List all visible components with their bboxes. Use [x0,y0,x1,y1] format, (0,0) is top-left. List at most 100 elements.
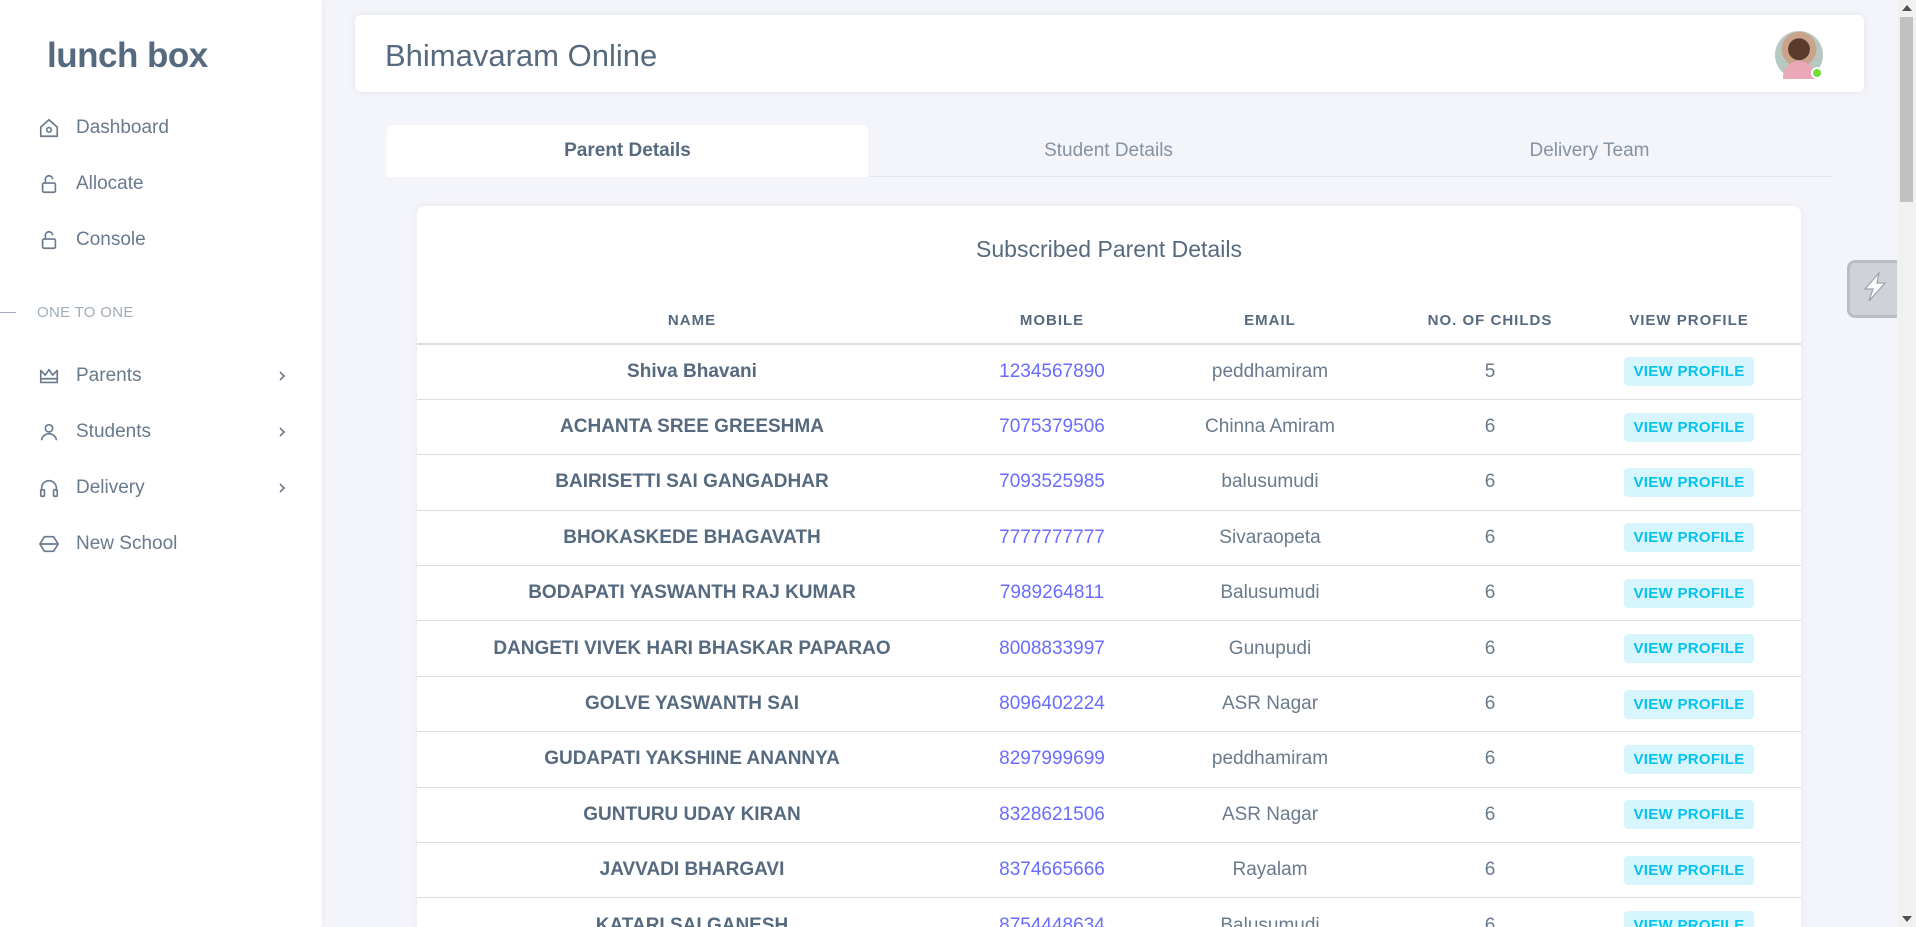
email-cell: ASR Nagar [1137,787,1403,844]
sidebar-item-label: Students [76,421,151,442]
sidebar-item-console[interactable]: Console [36,218,292,262]
view-profile-button[interactable]: VIEW PROFILE [1624,467,1754,497]
parent-name-cell: BAIRISETTI SAI GANGADHAR [417,454,967,511]
view-profile-button[interactable]: VIEW PROFILE [1624,855,1754,885]
parent-details-card: Subscribed Parent Details NAME MOBILE EM… [417,206,1801,927]
table-row: ACHANTA SREE GREESHMA 7075379506 Chinna Am… [417,399,1801,456]
childs-count-cell: 6 [1403,787,1577,844]
table-header-row: NAME MOBILE EMAIL NO. OF CHILDS VIEW PRO… [417,298,1801,345]
mobile-link[interactable]: 8374665666 [967,842,1137,899]
mobile-link[interactable]: 8096402224 [967,676,1137,733]
view-profile-cell: VIEW PROFILE [1577,787,1801,844]
email-cell: Balusumudi [1137,565,1403,622]
chevron-right-icon [272,478,292,498]
lock-open-icon [36,171,62,197]
headphones-icon [36,475,62,501]
view-profile-button[interactable]: VIEW PROFILE [1624,412,1754,442]
parent-name-cell: BHOKASKEDE BHAGAVATH [417,510,967,567]
table-row: GUDAPATI YAKSHINE ANANNYA 8297999699 peddh… [417,731,1801,788]
table-row: BHOKASKEDE BHAGAVATH 7777777777 Sivaraopet… [417,510,1801,567]
childs-count-cell: 6 [1403,510,1577,567]
childs-count-cell: 6 [1403,454,1577,511]
sidebar-item-label: Console [76,229,146,250]
mobile-link[interactable]: 8008833997 [967,620,1137,677]
table-row: BAIRISETTI SAI GANGADHAR 7093525985 balusu… [417,454,1801,511]
column-header-email[interactable]: EMAIL [1137,298,1403,345]
email-cell: Sivaraopeta [1137,510,1403,567]
column-header-mobile[interactable]: MOBILE [967,298,1137,345]
view-profile-button[interactable]: VIEW PROFILE [1624,689,1754,719]
view-profile-cell: VIEW PROFILE [1577,731,1801,788]
view-profile-cell: VIEW PROFILE [1577,344,1801,400]
table-body: Shiva Bhavani 1234567890 peddhamiram 5 VIEW … [417,344,1801,927]
childs-count-cell: 6 [1403,731,1577,788]
mobile-link[interactable]: 1234567890 [967,344,1137,400]
crown-icon [36,363,62,389]
parent-name-cell: GUNTURU UDAY KIRAN [417,787,967,844]
lightning-icon [1857,269,1893,310]
view-profile-button[interactable]: VIEW PROFILE [1624,357,1754,387]
chevron-right-icon [272,366,292,386]
view-profile-cell: VIEW PROFILE [1577,565,1801,622]
parent-name-cell: JAVVADI BHARGAVI [417,842,967,899]
avatar-body [1783,61,1815,79]
email-cell: peddhamiram [1137,731,1403,788]
mobile-link[interactable]: 8754448634 [967,897,1137,927]
sidebar-item-students[interactable]: Students [36,410,292,454]
email-cell: Balusumudi [1137,897,1403,927]
table-row: KATARI SAI GANESH 8754448634 Balusumudi 6 VI… [417,897,1801,927]
tab-student-details[interactable]: Student Details [868,125,1349,177]
tab-bar: Parent Details Student Details Delivery … [387,125,1832,177]
scroll-thumb[interactable] [1900,17,1913,202]
column-header-view-profile: VIEW PROFILE [1577,298,1801,345]
sidebar: lunch box Dashboard Allocate Console ONE… [0,0,322,927]
sidebar-item-allocate[interactable]: Allocate [36,162,292,206]
table-row: GUNTURU UDAY KIRAN 8328621506 ASR Nagar 6 VI… [417,787,1801,844]
view-profile-button[interactable]: VIEW PROFILE [1624,744,1754,774]
floating-action-widget[interactable] [1847,260,1903,318]
childs-count-cell: 5 [1403,344,1577,400]
view-profile-cell: VIEW PROFILE [1577,454,1801,511]
scrollbar[interactable] [1897,0,1916,927]
avatar[interactable] [1775,31,1823,79]
view-profile-button[interactable]: VIEW PROFILE [1624,634,1754,664]
view-profile-button[interactable]: VIEW PROFILE [1624,800,1754,830]
table-row: BODAPATI YASWANTH RAJ KUMAR 7989264811 Bal… [417,565,1801,622]
mobile-link[interactable]: 8297999699 [967,731,1137,788]
sidebar-item-delivery[interactable]: Delivery [36,466,292,510]
column-header-childs[interactable]: NO. OF CHILDS [1403,298,1577,345]
childs-count-cell: 6 [1403,842,1577,899]
email-cell: Chinna Amiram [1137,399,1403,456]
user-icon [36,419,62,445]
view-profile-button[interactable]: VIEW PROFILE [1624,911,1754,927]
sidebar-item-label: Delivery [76,477,145,498]
parent-table: NAME MOBILE EMAIL NO. OF CHILDS VIEW PRO… [417,298,1801,927]
page-title: Bhimavaram Online [385,38,658,73]
mobile-link[interactable]: 7777777777 [967,510,1137,567]
brand-logo[interactable]: lunch box [47,36,208,76]
home-icon [36,115,62,141]
column-header-name[interactable]: NAME [417,298,967,345]
mobile-link[interactable]: 7989264811 [967,565,1137,622]
sidebar-item-dashboard[interactable]: Dashboard [36,106,292,150]
view-profile-button[interactable]: VIEW PROFILE [1624,523,1754,553]
scroll-up-arrow[interactable] [1902,5,1912,11]
tab-parent-details[interactable]: Parent Details [387,125,868,177]
childs-count-cell: 6 [1403,676,1577,733]
view-profile-button[interactable]: VIEW PROFILE [1624,578,1754,608]
view-profile-cell: VIEW PROFILE [1577,399,1801,456]
sidebar-item-new-school[interactable]: New School [36,522,292,566]
mobile-link[interactable]: 8328621506 [967,787,1137,844]
tab-delivery-team[interactable]: Delivery Team [1349,125,1830,177]
sidebar-item-label: Allocate [76,173,144,194]
mobile-link[interactable]: 7093525985 [967,454,1137,511]
parent-name-cell: GUDAPATI YAKSHINE ANANNYA [417,731,967,788]
divider [0,311,16,313]
parent-name-cell: Shiva Bhavani [417,344,967,400]
mobile-link[interactable]: 7075379506 [967,399,1137,456]
sidebar-item-parents[interactable]: Parents [36,354,292,398]
email-cell: ASR Nagar [1137,676,1403,733]
scroll-down-arrow[interactable] [1902,916,1912,922]
parent-name-cell: ACHANTA SREE GREESHMA [417,399,967,456]
table-row: Shiva Bhavani 1234567890 peddhamiram 5 VIEW … [417,344,1801,400]
